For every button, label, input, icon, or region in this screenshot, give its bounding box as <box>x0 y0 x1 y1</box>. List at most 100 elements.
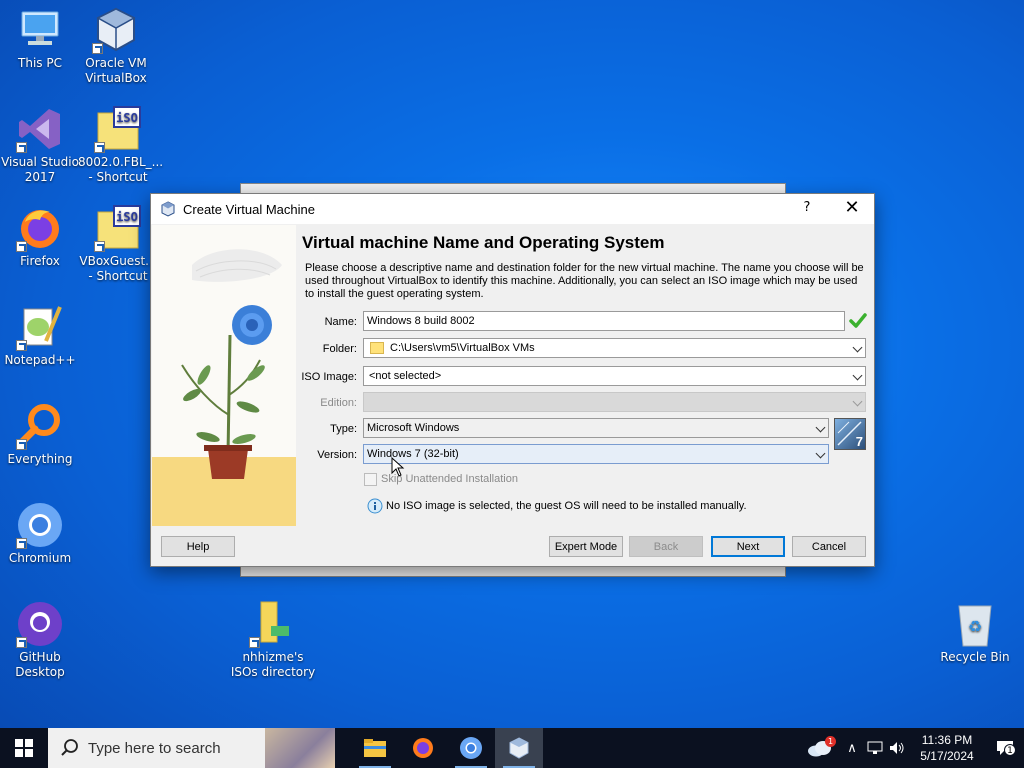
desktop-icon-recycle-bin[interactable]: ♻ Recycle Bin <box>935 600 1015 665</box>
chromium-icon <box>460 737 482 759</box>
wizard-illustration <box>152 225 296 526</box>
desktop-icon-label: Firefox <box>20 254 60 268</box>
desktop-icon-firefox[interactable]: Firefox <box>0 204 80 269</box>
weather-badge: 1 <box>825 736 836 747</box>
name-label: Name: <box>324 316 357 328</box>
computer-icon <box>16 6 64 54</box>
os-type-icon: 7 <box>834 418 866 450</box>
folder-icon <box>370 342 384 354</box>
name-input[interactable]: Windows 8 build 8002 <box>363 311 845 331</box>
taskbar-chromium[interactable] <box>447 728 495 768</box>
firefox-icon <box>413 738 433 758</box>
desktop-icon-visual-studio[interactable]: Visual Studio 2017 <box>0 105 80 185</box>
edition-select <box>363 392 866 412</box>
edition-label: Edition: <box>320 397 357 409</box>
folder-select[interactable]: C:\Users\vm5\VirtualBox VMs <box>363 338 866 358</box>
folder-label: Folder: <box>322 343 357 355</box>
cancel-button[interactable]: Cancel <box>792 536 866 557</box>
windows-logo-icon <box>15 739 33 757</box>
folder-value: C:\Users\vm5\VirtualBox VMs <box>390 342 535 354</box>
clock-date: 5/17/2024 <box>920 749 974 763</box>
github-desktop-icon <box>16 600 64 648</box>
svg-text:♻: ♻ <box>968 617 982 636</box>
help-icon[interactable]: ? <box>800 200 814 215</box>
info-message: No ISO image is selected, the guest OS w… <box>386 500 747 512</box>
chevron-down-icon <box>852 396 863 407</box>
taskbar-firefox[interactable] <box>399 728 447 768</box>
version-value: Windows 7 (32-bit) <box>367 448 459 460</box>
desktop-icon-notepad-plus-plus[interactable]: Notepad++ <box>0 303 80 368</box>
shortcut-arrow-icon <box>16 340 27 351</box>
notification-center-button[interactable]: 1 <box>986 728 1024 768</box>
weather-widget[interactable]: 1 <box>800 728 840 768</box>
type-select[interactable]: Microsoft Windows <box>363 418 829 438</box>
taskbar-clock[interactable]: 11:36 PM 5/17/2024 <box>908 732 986 764</box>
next-button[interactable]: Next <box>711 536 785 557</box>
shortcut-arrow-icon <box>94 142 105 153</box>
expert-mode-button[interactable]: Expert Mode <box>549 536 623 557</box>
desktop-icon-chromium[interactable]: Chromium <box>0 501 80 566</box>
desktop-icon-vboxguest[interactable]: iSO VBoxGuest... - Shortcut <box>78 204 158 284</box>
dialog-title: Create Virtual Machine <box>183 201 315 217</box>
desktop-icon-label: Oracle VM VirtualBox <box>85 56 147 85</box>
desktop-icon-label: Everything <box>7 452 73 466</box>
shortcut-arrow-icon <box>16 142 27 153</box>
skip-unattended-label: Skip Unattended Installation <box>381 473 518 485</box>
desktop-icon-label: Chromium <box>8 551 72 565</box>
shortcut-arrow-icon <box>16 439 27 450</box>
virtualbox-icon <box>92 6 140 54</box>
desktop-icon-everything[interactable]: Everything <box>0 402 80 467</box>
iso-badge-text: iSO <box>116 111 138 125</box>
taskbar-file-explorer[interactable] <box>351 728 399 768</box>
os-badge-text: 7 <box>855 434 863 449</box>
chevron-up-icon[interactable]: ∧ <box>840 741 864 756</box>
type-value: Microsoft Windows <box>367 422 460 434</box>
skip-unattended-checkbox[interactable] <box>364 473 377 486</box>
start-button[interactable] <box>0 728 48 768</box>
back-button[interactable]: Back <box>629 536 703 557</box>
folder-shortcut-icon <box>249 600 297 648</box>
shortcut-arrow-icon <box>16 241 27 252</box>
iso-image-select[interactable]: <not selected> <box>363 366 866 386</box>
shortcut-arrow-icon <box>92 43 103 54</box>
wizard-heading: Virtual machine Name and Operating Syste… <box>302 233 665 252</box>
create-vm-dialog: Create Virtual Machine ? ✕ Virtual machi… <box>150 193 875 567</box>
desktop-icon-label: nhhizme's ISOs directory <box>230 650 316 679</box>
virtualbox-icon <box>160 201 176 217</box>
desktop-icon-this-pc[interactable]: This PC <box>0 6 80 71</box>
desktop-icon-label: 8002.0.FBL_... - Shortcut <box>78 155 164 184</box>
desktop-icon-label: VBoxGuest... - Shortcut <box>79 254 157 283</box>
shortcut-arrow-icon <box>249 637 260 648</box>
dialog-body: Virtual machine Name and Operating Syste… <box>151 224 874 528</box>
desktop-icon-label: Visual Studio 2017 <box>1 155 79 184</box>
help-button[interactable]: Help <box>161 536 235 557</box>
desktop-icon-virtualbox[interactable]: Oracle VM VirtualBox <box>76 6 156 86</box>
iso-file-icon: iSO <box>94 105 142 153</box>
iso-file-icon: iSO <box>94 204 142 252</box>
dialog-titlebar[interactable]: Create Virtual Machine ? ✕ <box>151 194 874 224</box>
iso-image-label: ISO Image: <box>301 371 357 383</box>
network-icon[interactable] <box>864 741 886 755</box>
desktop-icon-iso-8002[interactable]: iSO 8002.0.FBL_... - Shortcut <box>78 105 164 185</box>
search-icon <box>60 738 80 758</box>
desktop-icon-label: Recycle Bin <box>940 650 1010 664</box>
shortcut-arrow-icon <box>94 241 105 252</box>
desktop-icon-isos-directory[interactable]: nhhizme's ISOs directory <box>228 600 318 680</box>
desktop-icon-label: GitHub Desktop <box>15 650 65 679</box>
firefox-icon <box>16 204 64 252</box>
shortcut-arrow-icon <box>16 637 27 648</box>
close-icon[interactable]: ✕ <box>843 197 861 218</box>
shortcut-arrow-icon <box>16 538 27 549</box>
search-placeholder: Type here to search <box>88 739 221 757</box>
version-select[interactable]: Windows 7 (32-bit) <box>363 444 829 464</box>
taskbar-virtualbox[interactable] <box>495 728 543 768</box>
desktop-icon-label: This PC <box>18 56 62 70</box>
iso-image-value: <not selected> <box>369 370 442 382</box>
volume-icon[interactable] <box>886 741 908 755</box>
desktop-icon-github-desktop[interactable]: GitHub Desktop <box>0 600 80 680</box>
recycle-bin-icon: ♻ <box>951 600 999 648</box>
visual-studio-icon <box>16 105 64 153</box>
taskbar-search-box[interactable]: Type here to search <box>48 728 335 768</box>
wizard-description: Please choose a descriptive name and des… <box>305 262 864 300</box>
type-label: Type: <box>330 423 357 435</box>
